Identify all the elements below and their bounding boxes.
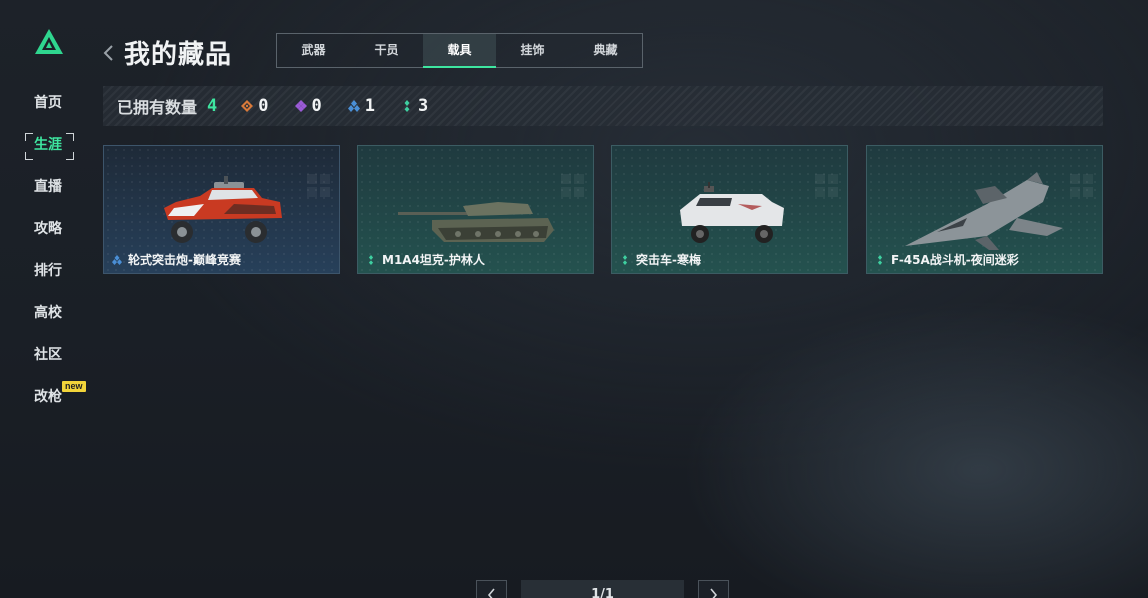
- sidebar-nav: 首页 生涯 直播 攻略 排行 高校 社区 改枪 new: [0, 90, 96, 426]
- owned-count-total: 4: [207, 96, 218, 116]
- app-logo-icon[interactable]: [34, 28, 64, 56]
- card-name: M1A4坦克-护林人: [382, 253, 485, 267]
- sidebar-item-label: 攻略: [34, 221, 62, 237]
- collection-card[interactable]: M1A4坦克-护林人: [357, 145, 594, 274]
- tab-charms[interactable]: 挂饰: [496, 34, 569, 67]
- tab-vehicles[interactable]: 载具: [423, 34, 496, 68]
- card-label: M1A4坦克-护林人: [366, 251, 485, 268]
- orange-diamond-icon: [241, 100, 254, 112]
- sidebar-item-label: 排行: [34, 263, 62, 279]
- green-rarity-icon: [877, 254, 883, 265]
- sidebar-item-label: 社区: [34, 347, 62, 363]
- sidebar-item-label: 改枪: [34, 389, 62, 405]
- fighter-jet-icon: [905, 172, 1063, 250]
- green-rarity-icon: [622, 254, 628, 265]
- chevron-left-icon: [487, 588, 495, 598]
- chevron-right-icon: [710, 588, 718, 598]
- purple-diamond-icon: [294, 100, 307, 112]
- collection-grid: 轮式突击炮-巅峰竞赛 M1A4坦克-护林人 突击车-寒梅 F-45A战斗机-夜间…: [103, 145, 1103, 275]
- sidebar-item-ranking[interactable]: 排行: [0, 258, 96, 300]
- card-name: 轮式突击炮-巅峰竞赛: [128, 253, 241, 267]
- stat-value: 0: [258, 96, 269, 116]
- stat-value: 3: [418, 96, 429, 116]
- armored-car-icon: [164, 176, 282, 243]
- stat-orange: 0: [241, 96, 269, 116]
- tab-collection[interactable]: 典藏: [569, 34, 642, 67]
- prev-page-button[interactable]: [476, 580, 507, 598]
- stat-green: 3: [401, 96, 428, 116]
- stat-value: 0: [311, 96, 322, 116]
- sidebar-item-label: 生涯: [34, 137, 62, 153]
- green-diamond-icon: [404, 100, 410, 112]
- sidebar-item-guides[interactable]: 攻略: [0, 216, 96, 258]
- card-label: 突击车-寒梅: [620, 251, 701, 268]
- card-name: F-45A战斗机-夜间迷彩: [891, 253, 1019, 267]
- sidebar-item-career[interactable]: 生涯: [0, 132, 96, 174]
- collection-card[interactable]: 突击车-寒梅: [611, 145, 848, 274]
- page-indicator: 1/1: [521, 580, 684, 598]
- back-arrow-icon[interactable]: [102, 42, 116, 64]
- tab-operators[interactable]: 干员: [350, 34, 423, 67]
- sidebar-item-community[interactable]: 社区: [0, 342, 96, 384]
- next-page-button[interactable]: [698, 580, 729, 598]
- tab-weapons[interactable]: 武器: [277, 34, 350, 67]
- assault-vehicle-icon: [680, 182, 784, 243]
- sidebar-item-home[interactable]: 首页: [0, 90, 96, 132]
- collection-card[interactable]: 轮式突击炮-巅峰竞赛: [103, 145, 340, 274]
- blue-diamond-icon: [347, 100, 360, 112]
- blue-rarity-icon: [112, 254, 122, 265]
- collection-card[interactable]: F-45A战斗机-夜间迷彩: [866, 145, 1103, 274]
- page-title: 我的藏品: [124, 40, 233, 70]
- tank-icon: [398, 202, 554, 242]
- sidebar-item-gunsmith[interactable]: 改枪 new: [0, 381, 96, 426]
- new-badge: new: [62, 381, 86, 392]
- stat-blue: 1: [347, 96, 376, 116]
- sidebar-item-label: 首页: [34, 95, 62, 111]
- green-rarity-icon: [368, 254, 374, 265]
- stat-purple: 0: [294, 96, 322, 116]
- owned-count-label: 已拥有数量: [117, 98, 198, 117]
- card-name: 突击车-寒梅: [636, 253, 701, 267]
- stat-value: 1: [364, 96, 376, 116]
- card-label: F-45A战斗机-夜间迷彩: [875, 251, 1019, 268]
- sidebar-item-label: 高校: [34, 305, 62, 321]
- sidebar-item-label: 直播: [34, 179, 62, 195]
- sidebar: 首页 生涯 直播 攻略 排行 高校 社区 改枪 new: [0, 0, 96, 598]
- sidebar-item-live[interactable]: 直播: [0, 174, 96, 216]
- owned-stats-bar: 已拥有数量 4 0 0 1 3: [103, 86, 1103, 126]
- card-label: 轮式突击炮-巅峰竞赛: [112, 251, 241, 268]
- category-tabs: 武器 干员 载具 挂饰 典藏: [276, 33, 643, 68]
- sidebar-item-universities[interactable]: 高校: [0, 300, 96, 342]
